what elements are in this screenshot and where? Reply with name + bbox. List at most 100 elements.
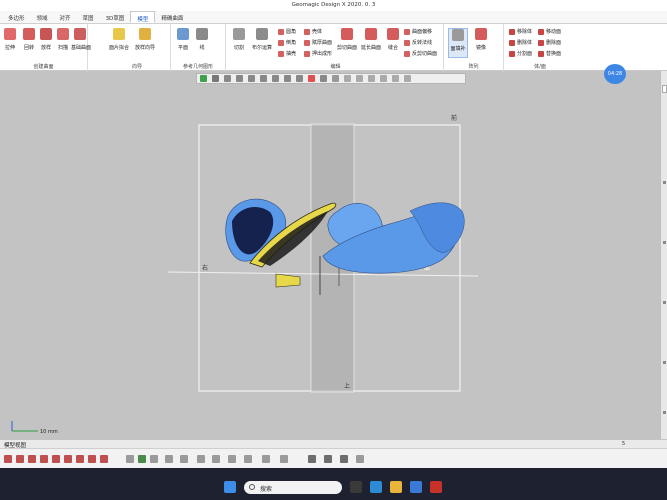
status-tool-icon[interactable] <box>28 455 36 463</box>
status-view-icon[interactable] <box>244 455 252 463</box>
floating-clock-badge[interactable]: 04:28 <box>604 64 626 84</box>
view-point-icon[interactable] <box>368 75 375 82</box>
replace-face-button[interactable]: 替换面 <box>538 49 561 58</box>
view-filter-icon[interactable] <box>296 75 303 82</box>
status-view-icon[interactable] <box>324 455 332 463</box>
extrude-icon <box>4 28 16 40</box>
status-tool-icon[interactable] <box>52 455 60 463</box>
status-view-icon[interactable] <box>197 455 205 463</box>
status-view-icon[interactable] <box>356 455 364 463</box>
view-front-icon[interactable] <box>236 75 243 82</box>
view-face-icon[interactable] <box>392 75 399 82</box>
view-grid-icon[interactable] <box>320 75 327 82</box>
trim-surface-button[interactable]: 剪切曲面 <box>336 28 358 51</box>
status-view-icon[interactable] <box>150 455 158 463</box>
view-lock-icon[interactable] <box>356 75 363 82</box>
status-view-icon[interactable] <box>340 455 348 463</box>
emboss-button[interactable]: 押出成形 <box>304 49 332 58</box>
split-face-icon <box>509 50 515 57</box>
status-tool-icon[interactable] <box>64 455 72 463</box>
view-body-icon[interactable] <box>404 75 411 82</box>
shell-button[interactable]: 抽壳 <box>278 49 296 58</box>
file-explorer-icon[interactable] <box>390 481 402 493</box>
tab-exact-surface[interactable]: 精确曲面 <box>155 11 189 23</box>
view-render-icon[interactable] <box>260 75 267 82</box>
panel-scroll-up-icon[interactable] <box>662 85 667 93</box>
view-edge-icon[interactable] <box>380 75 387 82</box>
tab-3d-sketch[interactable]: 3D草图 <box>100 11 131 23</box>
stitch-button[interactable]: 缝合 <box>384 28 402 51</box>
remove-body-button[interactable]: 移除体 <box>509 27 532 36</box>
right-panel[interactable] <box>660 71 667 439</box>
loft-wizard-icon <box>139 28 151 40</box>
untrim-surface-button[interactable]: 反剪切曲面 <box>404 49 437 58</box>
solid-shell-button[interactable]: 壳体 <box>304 27 322 36</box>
delete-body-button[interactable]: 删除体 <box>509 38 532 47</box>
status-tool-icon[interactable] <box>76 455 84 463</box>
view-snap-icon[interactable] <box>344 75 351 82</box>
loft-button[interactable]: 放样 <box>37 28 55 51</box>
3d-viewport[interactable]: 右 前 下面 上 10 mm <box>0 71 660 439</box>
line-button[interactable]: 线 <box>193 28 211 51</box>
tab-model[interactable]: 模型 <box>130 11 156 23</box>
status-view-icon[interactable] <box>138 455 146 463</box>
model-canvas[interactable]: 右 前 下面 上 10 mm <box>0 71 660 439</box>
status-view-icon[interactable] <box>180 455 188 463</box>
tab-sketch[interactable]: 草图 <box>77 11 100 23</box>
status-tool-icon[interactable] <box>88 455 96 463</box>
cut-button[interactable]: 切割 <box>230 28 248 51</box>
loft-wizard-button[interactable]: 放样向导 <box>134 28 156 51</box>
revolve-button[interactable]: 回转 <box>20 28 38 51</box>
status-view-icon[interactable] <box>308 455 316 463</box>
sweep-button[interactable]: 扫描 <box>54 28 72 51</box>
status-tool-icon[interactable] <box>16 455 24 463</box>
tab-align[interactable]: 对齐 <box>54 11 77 23</box>
status-view-icon[interactable] <box>165 455 173 463</box>
status-view-icon[interactable] <box>262 455 270 463</box>
reverse-normal-button[interactable]: 反转法线 <box>404 38 432 47</box>
status-view-icon[interactable] <box>280 455 288 463</box>
view-measure-icon[interactable] <box>332 75 339 82</box>
view-select-icon[interactable] <box>284 75 291 82</box>
status-view-icon[interactable] <box>212 455 220 463</box>
mirror-button[interactable]: 镜像 <box>472 28 490 51</box>
status-tool-icon[interactable] <box>40 455 48 463</box>
thicken-surface-button[interactable]: 赋厚曲面 <box>304 38 332 47</box>
task-view-icon[interactable] <box>350 481 362 493</box>
view-fit-icon[interactable] <box>200 75 207 82</box>
status-tool-icon[interactable] <box>100 455 108 463</box>
start-icon[interactable] <box>224 481 236 493</box>
coordinate-indicator: 10 mm <box>11 421 58 435</box>
status-view-icon[interactable] <box>126 455 134 463</box>
edge-browser-icon[interactable] <box>370 481 382 493</box>
boolean-icon <box>256 28 268 40</box>
face-fill-button[interactable]: 面填补 <box>448 28 468 58</box>
delete-face-button[interactable]: 删除面 <box>538 38 561 47</box>
chamfer-button[interactable]: 倒角 <box>278 38 296 47</box>
view-rotate-icon[interactable] <box>212 75 219 82</box>
emboss-icon <box>304 50 310 57</box>
mesh-fit-button[interactable]: 面片拟合 <box>108 28 130 51</box>
view-cube-icon[interactable] <box>224 75 231 82</box>
store-icon[interactable] <box>410 481 422 493</box>
design-x-app-icon[interactable] <box>430 481 442 493</box>
fillet-button[interactable]: 圆角 <box>278 27 296 36</box>
panel-marker-icon <box>663 181 666 184</box>
extend-surface-button[interactable]: 延长曲面 <box>360 28 382 51</box>
offset-surface-button[interactable]: 曲面偏移 <box>404 27 432 36</box>
extrude-button[interactable]: 拉伸 <box>1 28 19 51</box>
split-face-button[interactable]: 分割面 <box>509 49 532 58</box>
trim-surface-icon <box>341 28 353 40</box>
status-tool-icon[interactable] <box>4 455 12 463</box>
boolean-button[interactable]: 布尔运算 <box>250 28 274 51</box>
status-view-icon[interactable] <box>228 455 236 463</box>
tab-region[interactable]: 领域 <box>31 11 54 23</box>
plane-button[interactable]: 平面 <box>174 28 192 51</box>
taskbar-search[interactable]: 搜索 <box>244 481 342 494</box>
view-color-icon[interactable] <box>308 75 315 82</box>
tab-polygon[interactable]: 多边形 <box>2 11 31 23</box>
view-normal-icon[interactable] <box>272 75 279 82</box>
base-surface-button[interactable]: 基础曲面 <box>71 28 91 51</box>
move-face-button[interactable]: 移动面 <box>538 27 561 36</box>
view-section-icon[interactable] <box>248 75 255 82</box>
